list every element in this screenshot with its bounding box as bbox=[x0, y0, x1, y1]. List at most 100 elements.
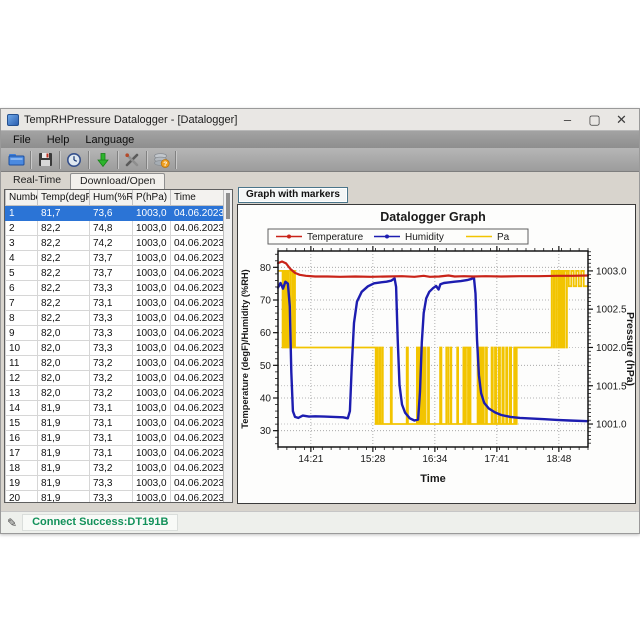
svg-text:?: ? bbox=[163, 161, 167, 168]
table-scrollbar[interactable] bbox=[223, 190, 232, 502]
column-header[interactable]: Temp(degF) bbox=[38, 190, 90, 206]
table-cell: 82,0 bbox=[38, 326, 90, 341]
settings-button[interactable] bbox=[120, 149, 144, 170]
table-row[interactable]: 1182,073,21003,004.06.2023 13... bbox=[6, 356, 224, 371]
series-temperature bbox=[278, 262, 588, 277]
table-cell: 81,9 bbox=[38, 491, 90, 504]
table-cell: 1 bbox=[6, 206, 38, 221]
table-cell: 1003,0 bbox=[133, 296, 171, 311]
table-row[interactable]: 882,273,31003,004.06.2023 13... bbox=[6, 311, 224, 326]
column-header[interactable]: Time bbox=[171, 190, 224, 206]
right-tick-label: 1002.0 bbox=[596, 343, 627, 354]
series-humidity bbox=[278, 277, 588, 421]
table-row[interactable]: 982,073,31003,004.06.2023 13... bbox=[6, 326, 224, 341]
menu-item-help[interactable]: Help bbox=[39, 133, 78, 147]
table-cell: 1003,0 bbox=[133, 326, 171, 341]
main-content: NumberTemp(degF)Hum(%RH)P(hPa)Time 181,7… bbox=[1, 187, 639, 511]
table-row[interactable]: 482,273,71003,004.06.2023 13... bbox=[6, 251, 224, 266]
table-cell: 1003,0 bbox=[133, 371, 171, 386]
table-cell: 73,1 bbox=[90, 296, 133, 311]
table-cell: 1003,0 bbox=[133, 356, 171, 371]
device-info-button[interactable]: ? bbox=[149, 149, 173, 170]
table-row[interactable]: 282,274,81003,004.06.2023 13... bbox=[6, 221, 224, 236]
table-cell: 1003,0 bbox=[133, 476, 171, 491]
table-cell: 04.06.2023 13... bbox=[171, 356, 224, 371]
table-row[interactable]: 2081,973,31003,004.06.2023 13... bbox=[6, 491, 224, 504]
table-cell: 4 bbox=[6, 251, 38, 266]
scrollbar-thumb[interactable] bbox=[226, 193, 230, 219]
left-tick-label: 50 bbox=[260, 361, 272, 372]
table-cell: 73,7 bbox=[90, 266, 133, 281]
series-pa bbox=[278, 271, 588, 424]
maximize-button[interactable]: ▢ bbox=[581, 110, 608, 130]
toolbar-separator bbox=[59, 151, 60, 169]
table-cell: 1003,0 bbox=[133, 386, 171, 401]
save-button[interactable] bbox=[33, 149, 57, 170]
table-row[interactable]: 382,274,21003,004.06.2023 13... bbox=[6, 236, 224, 251]
table-row[interactable]: 1981,973,31003,004.06.2023 13... bbox=[6, 476, 224, 491]
tab-real-time[interactable]: Real-Time bbox=[4, 173, 70, 188]
tools-icon bbox=[124, 152, 140, 168]
table-cell: 82,2 bbox=[38, 281, 90, 296]
table-row[interactable]: 782,273,11003,004.06.2023 13... bbox=[6, 296, 224, 311]
toolbar-separator bbox=[175, 151, 176, 169]
table-cell: 1003,0 bbox=[133, 221, 171, 236]
table-row[interactable]: 1881,973,21003,004.06.2023 13... bbox=[6, 461, 224, 476]
table-cell: 15 bbox=[6, 416, 38, 431]
x-tick-label: 14:21 bbox=[298, 454, 323, 465]
left-axis-label: Temperature (degF)/Humidity (%RH) bbox=[240, 269, 250, 428]
table-cell: 73,3 bbox=[90, 341, 133, 356]
table-row[interactable]: 1382,073,21003,004.06.2023 13... bbox=[6, 386, 224, 401]
status-text: Connect Success:DT191B bbox=[22, 514, 178, 531]
minimize-button[interactable]: – bbox=[554, 110, 581, 130]
column-header[interactable]: Hum(%RH) bbox=[90, 190, 133, 206]
table-cell: 81,9 bbox=[38, 416, 90, 431]
table-cell: 73,1 bbox=[90, 401, 133, 416]
table-row[interactable]: 1581,973,11003,004.06.2023 13... bbox=[6, 416, 224, 431]
x-tick-label: 16:34 bbox=[422, 454, 447, 465]
table-cell: 81,7 bbox=[38, 206, 90, 221]
table-row[interactable]: 582,273,71003,004.06.2023 13... bbox=[6, 266, 224, 281]
statusbar: ✎ Connect Success:DT191B bbox=[1, 511, 639, 533]
table-cell: 1003,0 bbox=[133, 446, 171, 461]
menu-item-language[interactable]: Language bbox=[77, 133, 142, 147]
graph-markers-button[interactable]: Graph with markers bbox=[238, 187, 348, 203]
right-axis-label: Pressure (hPa) bbox=[624, 312, 635, 386]
table-cell: 13 bbox=[6, 386, 38, 401]
table-cell: 82,2 bbox=[38, 251, 90, 266]
table-cell: 3 bbox=[6, 236, 38, 251]
table-cell: 81,9 bbox=[38, 446, 90, 461]
tab-download-open[interactable]: Download/Open bbox=[70, 173, 165, 189]
open-file-button[interactable] bbox=[4, 149, 28, 170]
table-row[interactable]: 1082,073,31003,004.06.2023 13... bbox=[6, 341, 224, 356]
menu-item-file[interactable]: File bbox=[5, 133, 39, 147]
table-cell: 04.06.2023 13... bbox=[171, 296, 224, 311]
column-header[interactable]: P(hPa) bbox=[133, 190, 171, 206]
toolbar-separator bbox=[146, 151, 147, 169]
right-tick-label: 1003.0 bbox=[596, 266, 627, 277]
close-button[interactable]: ✕ bbox=[608, 110, 635, 130]
left-tick-label: 80 bbox=[260, 263, 272, 274]
toolbar: ? bbox=[1, 148, 639, 172]
download-button[interactable] bbox=[91, 149, 115, 170]
pen-icon: ✎ bbox=[7, 516, 17, 530]
table-cell: 04.06.2023 13... bbox=[171, 446, 224, 461]
table-cell: 73,3 bbox=[90, 326, 133, 341]
table-row[interactable]: 181,773,61003,004.06.2023 13... bbox=[6, 206, 224, 221]
realtime-clock-button[interactable] bbox=[62, 149, 86, 170]
table-cell: 73,7 bbox=[90, 251, 133, 266]
table-row[interactable]: 1781,973,11003,004.06.2023 13... bbox=[6, 446, 224, 461]
table-row[interactable]: 682,273,31003,004.06.2023 13... bbox=[6, 281, 224, 296]
table-cell: 04.06.2023 13... bbox=[171, 416, 224, 431]
x-tick-label: 15:28 bbox=[360, 454, 385, 465]
table-cell: 19 bbox=[6, 476, 38, 491]
table-cell: 73,2 bbox=[90, 356, 133, 371]
table-row[interactable]: 1681,973,11003,004.06.2023 13... bbox=[6, 431, 224, 446]
table-cell: 04.06.2023 13... bbox=[171, 461, 224, 476]
table-row[interactable]: 1282,073,21003,004.06.2023 13... bbox=[6, 371, 224, 386]
table-cell: 73,3 bbox=[90, 281, 133, 296]
column-header[interactable]: Number bbox=[6, 190, 38, 206]
table-row[interactable]: 1481,973,11003,004.06.2023 13... bbox=[6, 401, 224, 416]
table-cell: 82,2 bbox=[38, 221, 90, 236]
right-tick-label: 1002.5 bbox=[596, 305, 627, 316]
